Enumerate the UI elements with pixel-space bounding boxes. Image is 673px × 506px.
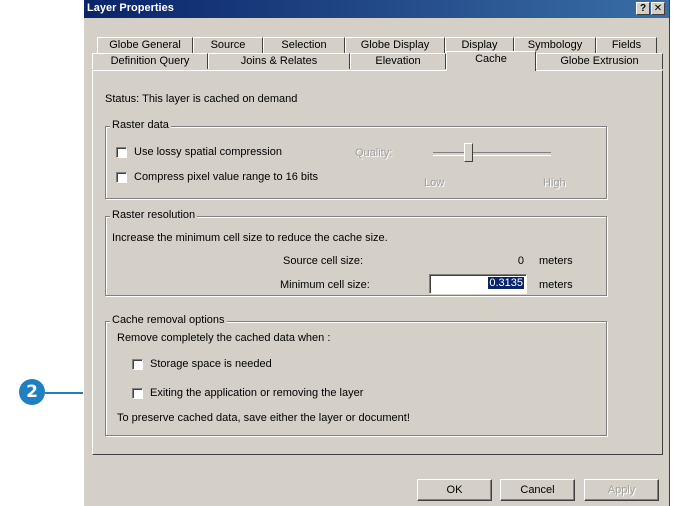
raster-resolution-label: Raster resolution: [110, 209, 198, 221]
layer-properties-dialog: Layer Properties ? ✕ Globe General Sourc…: [83, 0, 670, 506]
source-cell-size-label: Source cell size:: [283, 255, 364, 267]
source-cell-size-unit: meters: [539, 255, 573, 267]
tab-joins-relates[interactable]: Joins & Relates: [208, 53, 350, 69]
min-cell-size-value: 0.3135: [488, 277, 524, 289]
source-cell-size-value: 0: [517, 255, 524, 267]
compress-16bit-label: Compress pixel value range to 16 bits: [134, 171, 319, 183]
quality-low-label: Low: [424, 177, 445, 189]
status-text: Status: This layer is cached on demand: [105, 93, 298, 105]
preserve-note: To preserve cached data, save either the…: [117, 412, 410, 424]
ok-button[interactable]: OK: [417, 479, 492, 501]
raster-data-group: [105, 126, 607, 199]
resolution-description: Increase the minimum cell size to reduce…: [112, 232, 388, 244]
quality-slider-thumb[interactable]: [464, 143, 473, 162]
lossy-compression-checkbox[interactable]: [116, 147, 127, 158]
quality-high-label: High: [543, 177, 566, 189]
tab-definition-query[interactable]: Definition Query: [92, 53, 208, 69]
cache-removal-label: Cache removal options: [110, 314, 227, 326]
apply-button[interactable]: Apply: [584, 479, 659, 501]
min-cell-size-input[interactable]: 0.3135: [429, 274, 527, 294]
exit-application-checkbox[interactable]: [132, 388, 143, 399]
cancel-button[interactable]: Cancel: [500, 479, 575, 501]
quality-label: Quality:: [355, 147, 393, 159]
tab-globe-display[interactable]: Globe Display: [345, 37, 445, 53]
tab-cache[interactable]: Cache: [446, 51, 536, 71]
tab-selection[interactable]: Selection: [263, 37, 345, 53]
raster-data-label: Raster data: [110, 119, 171, 131]
storage-space-label: Storage space is needed: [150, 358, 272, 370]
tab-elevation[interactable]: Elevation: [350, 53, 446, 69]
tab-source[interactable]: Source: [193, 37, 263, 53]
exit-application-label: Exiting the application or removing the …: [150, 387, 364, 399]
compress-16bit-checkbox[interactable]: [116, 172, 127, 183]
cache-tab-panel: Status: This layer is cached on demand R…: [92, 70, 663, 455]
tab-fields[interactable]: Fields: [596, 37, 657, 53]
min-cell-size-label: Minimum cell size:: [280, 279, 370, 291]
close-button[interactable]: ✕: [651, 2, 665, 15]
quality-slider-track: [433, 152, 551, 156]
min-cell-size-unit: meters: [539, 279, 573, 291]
tab-globe-general[interactable]: Globe General: [97, 37, 193, 53]
cache-removal-description: Remove completely the cached data when :: [117, 332, 331, 344]
title-bar[interactable]: Layer Properties ? ✕: [84, 0, 669, 18]
tab-globe-extrusion[interactable]: Globe Extrusion: [536, 53, 663, 69]
window-title: Layer Properties: [87, 2, 174, 14]
help-button[interactable]: ?: [636, 2, 650, 15]
lossy-compression-label: Use lossy spatial compression: [134, 146, 282, 158]
storage-space-checkbox[interactable]: [132, 359, 143, 370]
step-callout: 2: [19, 379, 45, 405]
